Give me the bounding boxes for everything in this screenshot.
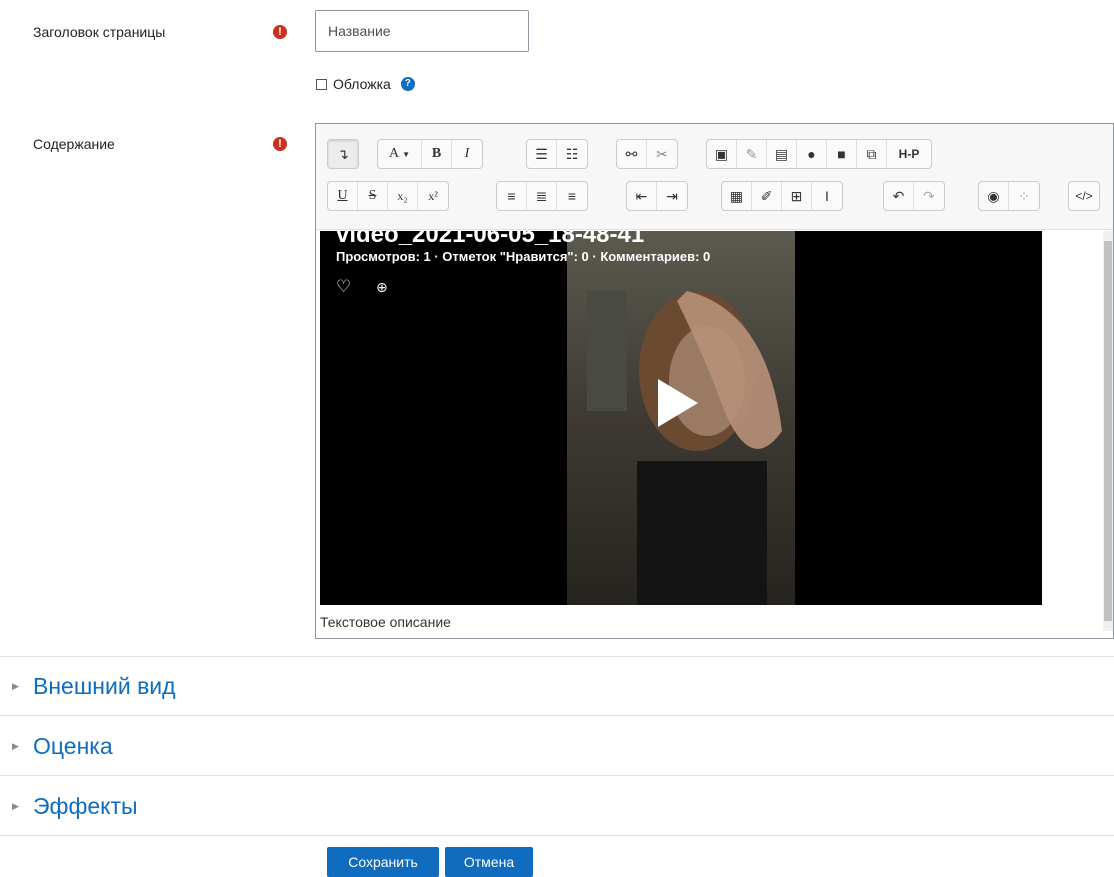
indent-icon[interactable]: ⇥ (657, 182, 687, 210)
toolbar-group-html: </> (1068, 181, 1100, 211)
toolbar-group-lists: ☰ ☷ (526, 139, 588, 169)
underline-icon[interactable]: U (328, 182, 358, 210)
page-title-input[interactable] (315, 10, 529, 52)
manage-files-icon[interactable]: ⧉ (857, 140, 887, 168)
section-title[interactable]: Эффекты (33, 793, 138, 820)
toolbar-group-accessibility: ◉ ⁘ (978, 181, 1040, 211)
toolbar-group-indent: ⇤ ⇥ (626, 181, 688, 211)
toolbar-group-collapse: ↴ (327, 139, 359, 169)
help-icon[interactable]: ? (400, 77, 415, 91)
caret-right-icon: ▶ (12, 680, 19, 691)
strikethrough-icon[interactable]: S (358, 182, 388, 210)
collapse-toolbar-icon[interactable]: ↴ (328, 140, 358, 168)
toolbar-group-insert: ▣ ✎ ▤ ● ■ ⧉ H-P (706, 139, 932, 169)
editor-status-text: Текстовое описание (320, 614, 451, 630)
equation-icon[interactable]: ▦ (722, 182, 752, 210)
ordered-list-icon[interactable]: ☷ (557, 140, 587, 168)
content-editor: ↴ A▼ B I ☰ ☷ ⚯ ✂ ▣ ✎ ▤ ● ■ ⧉ H-P U S x₂ (315, 123, 1114, 639)
align-right-icon[interactable]: ≡ (557, 182, 587, 210)
redo-icon[interactable]: ↷ (914, 182, 944, 210)
required-icon: ! (273, 137, 287, 151)
unordered-list-icon[interactable]: ☰ (527, 140, 557, 168)
section-title[interactable]: Внешний вид (33, 673, 176, 700)
toolbar-group-insert2: ▦ ✐ ⊞ I (721, 181, 843, 211)
toolbar-group-links: ⚯ ✂ (616, 139, 678, 169)
align-left-icon[interactable]: ≡ (497, 182, 527, 210)
video-title: video_2021-06-05_18-48-41 (336, 231, 645, 248)
section-appearance[interactable]: ▶ Внешний вид (0, 657, 1114, 716)
html-source-icon[interactable]: </> (1069, 182, 1099, 210)
toolbar-group-text: U S x₂ x² (327, 181, 449, 211)
cover-label: Обложка (333, 76, 391, 92)
editor-toolbar: ↴ A▼ B I ☰ ☷ ⚯ ✂ ▣ ✎ ▤ ● ■ ⧉ H-P U S x₂ (316, 124, 1113, 230)
scrollbar-thumb[interactable] (1104, 241, 1112, 621)
toolbar-group-history: ↶ ↷ (883, 181, 945, 211)
subscript-icon[interactable]: x₂ (388, 182, 418, 210)
font-color-icon[interactable]: A ▼ (378, 140, 422, 168)
video-camera-icon[interactable]: ■ (827, 140, 857, 168)
accessibility-checker-icon[interactable]: ◉ (979, 182, 1009, 210)
content-label: Содержание (33, 136, 115, 152)
cover-checkbox[interactable] (316, 78, 327, 90)
section-title[interactable]: Оценка (33, 733, 113, 760)
pencil-icon[interactable]: ✎ (737, 140, 767, 168)
microphone-icon[interactable]: ● (797, 140, 827, 168)
clear-formatting-icon[interactable]: I (812, 182, 842, 210)
special-character-icon[interactable]: ✐ (752, 182, 782, 210)
toolbar-group-align: ≡ ≣ ≡ (496, 181, 588, 211)
image-icon[interactable]: ▣ (707, 140, 737, 168)
unlink-icon[interactable]: ✂ (647, 140, 677, 168)
section-effects[interactable]: ▶ Эффекты (0, 777, 1114, 836)
screen-reader-helper-icon[interactable]: ⁘ (1009, 182, 1039, 210)
table-icon[interactable]: ⊞ (782, 182, 812, 210)
outdent-icon[interactable]: ⇤ (627, 182, 657, 210)
media-icon[interactable]: ▤ (767, 140, 797, 168)
video-stats: Просмотров: 1 · Отметок "Нравится": 0 · … (336, 249, 711, 264)
editor-scrollbar[interactable] (1103, 231, 1113, 631)
required-icon: ! (273, 25, 287, 39)
save-button[interactable]: Сохранить (327, 847, 439, 877)
h5p-icon[interactable]: H-P (887, 140, 931, 168)
page-title-label: Заголовок страницы (33, 24, 166, 40)
cancel-button[interactable]: Отмена (445, 847, 533, 877)
superscript-icon[interactable]: x² (418, 182, 448, 210)
video-embed[interactable]: video_2021-06-05_18-48-41 Просмотров: 1 … (320, 231, 1042, 605)
toolbar-group-style: A ▼ B I (377, 139, 483, 169)
section-grade[interactable]: ▶ Оценка (0, 717, 1114, 776)
add-to-playlist-icon[interactable]: ⊕ (376, 279, 388, 296)
bold-icon[interactable]: B (422, 140, 452, 168)
caret-right-icon: ▶ (12, 800, 19, 811)
link-icon[interactable]: ⚯ (617, 140, 647, 168)
heart-icon[interactable]: ♡ (336, 277, 351, 297)
italic-icon[interactable]: I (452, 140, 482, 168)
align-center-icon[interactable]: ≣ (527, 182, 557, 210)
cover-checkbox-row: Обложка ? (316, 76, 415, 92)
play-icon[interactable] (658, 379, 698, 427)
undo-icon[interactable]: ↶ (884, 182, 914, 210)
caret-right-icon: ▶ (12, 740, 19, 751)
